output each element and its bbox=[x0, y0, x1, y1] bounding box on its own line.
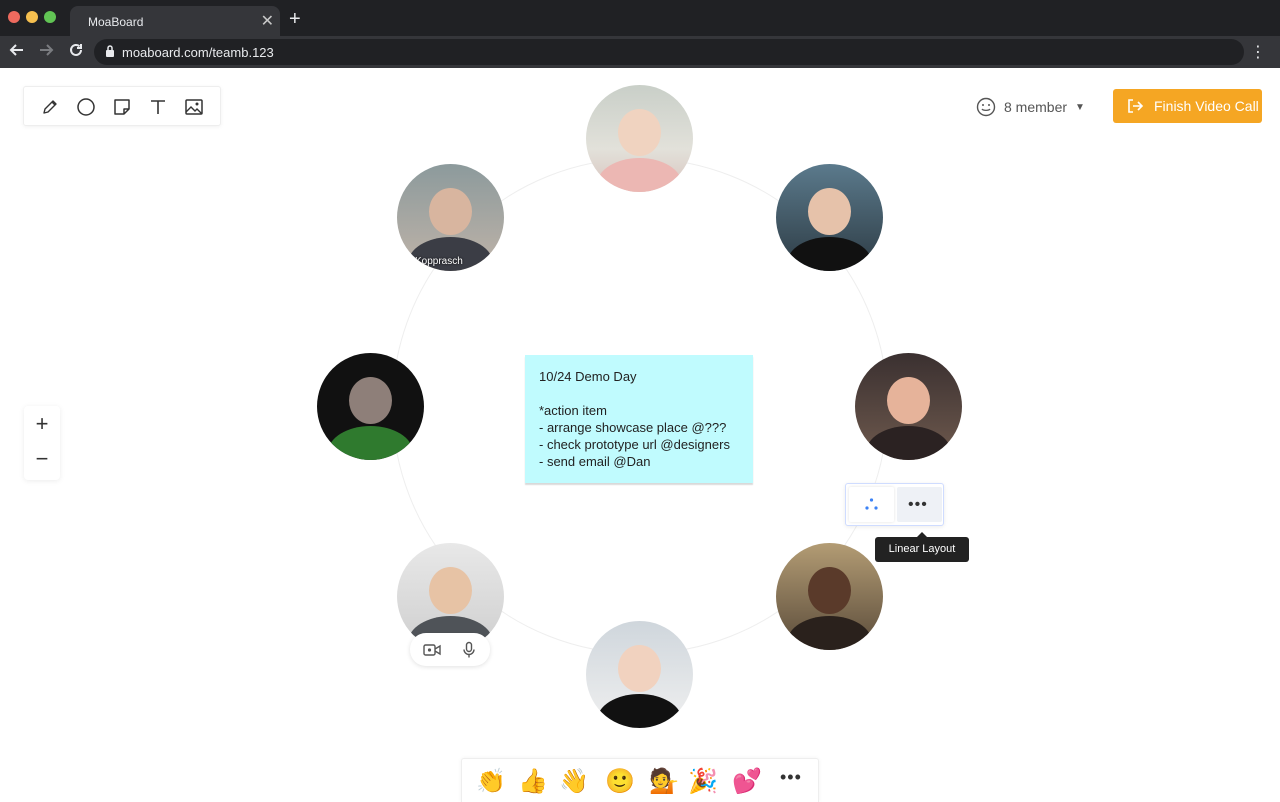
layout-switcher: ••• bbox=[845, 483, 944, 526]
thumbs-up-emoji[interactable]: 👍 bbox=[518, 766, 548, 796]
tab-close-icon[interactable]: ✕ bbox=[261, 11, 274, 31]
participant-video[interactable] bbox=[776, 164, 883, 271]
layout-tooltip: Linear Layout bbox=[875, 532, 969, 562]
reload-icon[interactable] bbox=[68, 42, 84, 63]
forward-arrow-icon[interactable] bbox=[38, 42, 54, 63]
note-line: - send email @Dan bbox=[539, 454, 651, 469]
waving-hand-emoji[interactable]: 👋 bbox=[559, 766, 589, 796]
exit-icon bbox=[1128, 99, 1144, 113]
note-line: - check prototype url @designers bbox=[539, 437, 730, 452]
browser-menu-icon[interactable]: ⋮ bbox=[1250, 42, 1266, 62]
zoom-control: + − bbox=[24, 406, 60, 480]
microphone-icon[interactable] bbox=[460, 641, 478, 659]
participant-video[interactable] bbox=[586, 85, 693, 192]
finish-video-call-label: Finish Video Call bbox=[1154, 98, 1259, 114]
new-tab-button[interactable]: + bbox=[289, 8, 301, 31]
zoom-out-button[interactable]: − bbox=[24, 446, 60, 472]
tab-title: MoaBoard bbox=[88, 15, 144, 29]
media-controls bbox=[410, 633, 490, 666]
linear-layout-icon: ••• bbox=[908, 496, 928, 513]
window-maximize-button[interactable] bbox=[44, 11, 56, 23]
back-arrow-icon[interactable] bbox=[9, 42, 25, 63]
person-tipping-hand-emoji[interactable]: 💁 bbox=[649, 766, 679, 796]
note-line bbox=[539, 385, 739, 402]
reaction-bar: 👏 👍 👋 🙂 💁 🎉 💕 ••• bbox=[461, 758, 819, 802]
browser-tab[interactable]: MoaBoard ✕ bbox=[70, 6, 280, 36]
circle-layout-icon bbox=[865, 498, 878, 510]
smiley-emoji[interactable]: 🙂 bbox=[605, 766, 635, 796]
linear-layout-button[interactable]: ••• bbox=[897, 487, 942, 522]
address-bar: moaboard.com/teamb.123 ⋮ bbox=[0, 36, 1280, 68]
participant-video[interactable]: Kopprasch bbox=[397, 164, 504, 271]
participant-video[interactable] bbox=[317, 353, 424, 460]
clapping-emoji[interactable]: 👏 bbox=[476, 766, 506, 796]
party-popper-emoji[interactable]: 🎉 bbox=[688, 766, 718, 796]
note-line: - arrange showcase place @??? bbox=[539, 420, 727, 435]
window-minimize-button[interactable] bbox=[26, 11, 38, 23]
participant-name-tag: Kopprasch bbox=[415, 256, 463, 267]
sticky-note[interactable]: 10/24 Demo Day *action item - arrange sh… bbox=[525, 355, 753, 483]
finish-video-call-button[interactable]: Finish Video Call bbox=[1113, 89, 1262, 123]
hearts-emoji[interactable]: 💕 bbox=[732, 766, 762, 796]
participant-video[interactable] bbox=[855, 353, 962, 460]
smiley-icon bbox=[976, 97, 996, 117]
member-count-label: 8 member bbox=[1004, 99, 1068, 115]
url-text: moaboard.com/teamb.123 bbox=[122, 45, 274, 60]
participant-video[interactable] bbox=[776, 543, 883, 650]
whiteboard-canvas[interactable]: 8 member ▼ Finish Video Call + − Koppras… bbox=[0, 68, 1280, 802]
member-count-dropdown[interactable]: 8 member ▼ bbox=[976, 96, 1085, 118]
pencil-icon[interactable] bbox=[38, 95, 62, 119]
url-field[interactable]: moaboard.com/teamb.123 bbox=[94, 39, 1244, 65]
browser-tab-bar: MoaBoard ✕ + bbox=[0, 0, 1280, 36]
image-icon[interactable] bbox=[182, 95, 206, 119]
note-line: *action item bbox=[539, 403, 607, 418]
drawing-toolbar bbox=[23, 86, 221, 126]
participant-video[interactable] bbox=[586, 621, 693, 728]
lock-icon bbox=[106, 45, 114, 57]
more-reactions-button[interactable]: ••• bbox=[780, 767, 802, 788]
text-icon[interactable] bbox=[146, 95, 170, 119]
sticky-note-icon[interactable] bbox=[110, 95, 134, 119]
window-close-button[interactable] bbox=[8, 11, 20, 23]
video-camera-icon[interactable] bbox=[423, 641, 441, 659]
circle-layout-button[interactable] bbox=[849, 487, 894, 522]
chevron-down-icon: ▼ bbox=[1075, 101, 1085, 113]
zoom-in-button[interactable]: + bbox=[24, 411, 60, 437]
note-line: 10/24 Demo Day bbox=[539, 369, 637, 384]
circle-icon[interactable] bbox=[74, 95, 98, 119]
